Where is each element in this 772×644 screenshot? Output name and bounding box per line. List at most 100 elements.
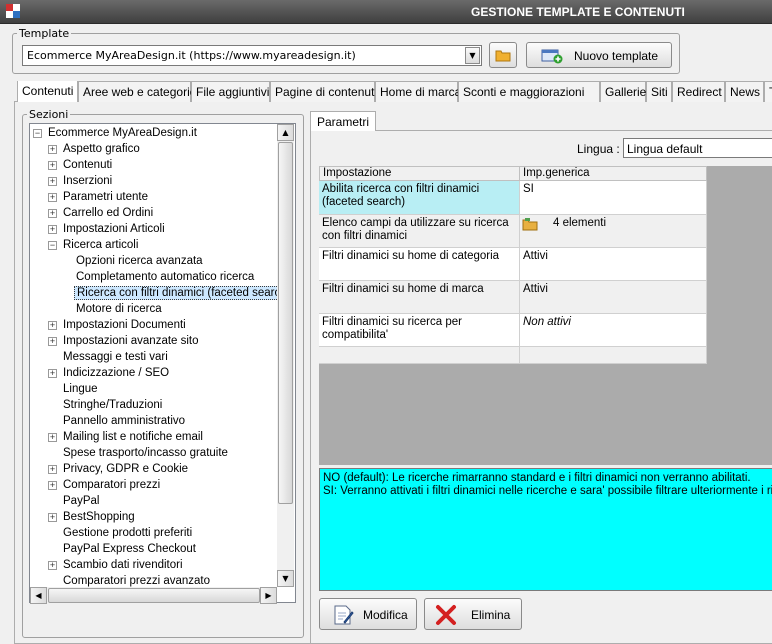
sections-tree[interactable]: − Ecommerce MyAreaDesign.it + Aspetto graf… xyxy=(29,123,296,603)
edit-button[interactable]: Modifica xyxy=(319,598,417,630)
open-folder-button[interactable] xyxy=(489,42,517,68)
expand-icon[interactable]: + xyxy=(48,369,57,378)
tab-more[interactable]: Te xyxy=(764,81,772,102)
tab-aree-web[interactable]: Aree web e categorie xyxy=(78,81,196,102)
language-select[interactable]: Lingua default xyxy=(623,138,772,158)
expand-icon[interactable]: + xyxy=(48,145,57,154)
folder-icon xyxy=(495,50,511,62)
value-cell[interactable]: Non attivi xyxy=(520,314,707,347)
tree-item[interactable]: Pannello amministrativo xyxy=(47,414,187,430)
tree-item[interactable]: Stringhe/Traduzioni xyxy=(47,398,164,414)
app-icon xyxy=(6,4,20,18)
tab-home-marca[interactable]: Home di marca xyxy=(375,81,461,102)
new-template-label: Nuovo template xyxy=(574,49,659,63)
sections-group-label: Sezioni xyxy=(27,108,71,121)
tree-horizontal-scrollbar[interactable]: ◀ ▶ xyxy=(30,587,277,604)
chevron-down-icon[interactable]: ▼ xyxy=(465,47,480,64)
tree-item[interactable]: + Carrello ed Ordini xyxy=(47,206,155,222)
expand-icon[interactable]: + xyxy=(48,177,57,186)
tree-item[interactable]: − Ecommerce MyAreaDesign.it xyxy=(32,126,199,142)
delete-label: Elimina xyxy=(471,608,511,622)
language-label: Lingua : xyxy=(577,142,620,156)
scroll-up-icon[interactable]: ▲ xyxy=(277,124,294,141)
tree-item[interactable]: Completamento automatico ricerca xyxy=(74,270,256,286)
expand-icon[interactable]: + xyxy=(48,209,57,218)
scroll-left-icon[interactable]: ◀ xyxy=(30,587,47,604)
description-line: SI: Verranno attivati i filtri dinamici … xyxy=(323,485,772,497)
expand-icon[interactable]: + xyxy=(48,337,57,346)
tree-item[interactable]: + Parametri utente xyxy=(47,190,150,206)
expand-icon[interactable]: + xyxy=(48,561,57,570)
expand-icon[interactable]: + xyxy=(48,513,57,522)
setting-cell[interactable]: Abilita ricerca con filtri dinamici (fac… xyxy=(319,181,520,215)
tree-item[interactable]: + Aspetto grafico xyxy=(47,142,142,158)
expand-icon[interactable]: + xyxy=(48,465,57,474)
tree-item[interactable]: PayPal Express Checkout xyxy=(47,542,198,558)
delete-button[interactable]: Elimina xyxy=(424,598,522,630)
expand-icon[interactable]: + xyxy=(48,321,57,330)
description-line: NO (default): Le ricerche rimarranno sta… xyxy=(323,472,751,484)
tab-redirect[interactable]: Redirect xyxy=(672,81,725,102)
new-template-button[interactable]: Nuovo template xyxy=(526,42,672,68)
tab-pagine-contenuti[interactable]: Pagine di contenuti xyxy=(270,81,377,102)
tree-item[interactable]: + Scambio dati rivenditori xyxy=(47,558,185,574)
tree-item[interactable]: Spese trasporto/incasso gratuite xyxy=(47,446,230,462)
horizontal-scroll-thumb[interactable] xyxy=(48,588,260,603)
tree-item[interactable]: + Inserzioni xyxy=(47,174,114,190)
value-cell[interactable]: 4 elementi xyxy=(520,215,707,248)
value-cell[interactable]: SI xyxy=(520,181,707,215)
value-cell[interactable]: Attivi xyxy=(520,281,707,314)
tree-item[interactable]: PayPal xyxy=(47,494,101,510)
tab-siti[interactable]: Siti xyxy=(646,81,672,102)
tree-item[interactable]: + Contenuti xyxy=(47,158,114,174)
vertical-scroll-thumb[interactable] xyxy=(278,142,293,504)
tree-item[interactable]: Messaggi e testi vari xyxy=(47,350,170,366)
tree-item[interactable]: + Comparatori prezzi xyxy=(47,478,162,494)
expand-icon[interactable]: + xyxy=(48,481,57,490)
tree-item[interactable]: + Impostazioni avanzate sito xyxy=(47,334,201,350)
add-template-icon xyxy=(541,49,563,64)
value-cell[interactable]: Attivi xyxy=(520,248,707,281)
tree-item[interactable]: + Impostazioni Articoli xyxy=(47,222,167,238)
setting-cell[interactable]: Elenco campi da utilizzare su ricerca co… xyxy=(319,215,520,248)
tree-vertical-scrollbar[interactable]: ▲ ▼ xyxy=(277,124,294,587)
tree-item[interactable]: Gestione prodotti preferiti xyxy=(47,526,194,542)
window-title: GESTIONE TEMPLATE E CONTENUTI xyxy=(471,5,685,19)
tab-news[interactable]: News xyxy=(725,81,764,102)
tab-gallerie[interactable]: Gallerie xyxy=(600,81,646,102)
expand-icon[interactable]: + xyxy=(48,433,57,442)
tree-item[interactable]: + Privacy, GDPR e Cookie xyxy=(47,462,190,478)
tab-contenuti[interactable]: Contenuti xyxy=(17,81,78,102)
collapse-icon[interactable]: − xyxy=(33,129,42,138)
tab-parametri[interactable]: Parametri xyxy=(310,111,377,131)
tab-file-aggiuntivi[interactable]: File aggiuntivi xyxy=(191,81,270,102)
expand-icon[interactable]: + xyxy=(48,161,57,170)
tree-item[interactable]: + Impostazioni Documenti xyxy=(47,318,188,334)
expand-icon[interactable]: + xyxy=(48,225,57,234)
setting-cell[interactable]: Filtri dinamici su home di categoria xyxy=(319,248,520,281)
collapse-icon[interactable]: − xyxy=(48,241,57,250)
tree-item-selected[interactable]: Ricerca con filtri dinamici (faceted sea… xyxy=(74,286,294,302)
column-header-setting[interactable]: Impostazione xyxy=(319,166,520,181)
empty-row xyxy=(520,347,707,364)
edit-label: Modifica xyxy=(363,608,408,622)
tree-item[interactable]: Motore di ricerca xyxy=(74,302,164,318)
title-bar: GESTIONE TEMPLATE E CONTENUTI xyxy=(0,0,772,24)
empty-row xyxy=(319,347,520,364)
tree-item[interactable]: + Mailing list e notifiche email xyxy=(47,430,205,446)
template-select[interactable]: Ecommerce MyAreaDesign.it (https://www.m… xyxy=(22,45,482,66)
template-group-label: Template xyxy=(17,27,72,40)
expand-icon[interactable]: + xyxy=(48,193,57,202)
setting-cell[interactable]: Filtri dinamici su home di marca xyxy=(319,281,520,314)
tree-item[interactable]: Lingue xyxy=(47,382,100,398)
scroll-right-icon[interactable]: ▶ xyxy=(260,587,277,604)
tab-sconti[interactable]: Sconti e maggiorazioni xyxy=(458,81,600,102)
tree-item[interactable]: + Indicizzazione / SEO xyxy=(47,366,171,382)
delete-icon xyxy=(436,605,456,625)
setting-cell[interactable]: Filtri dinamici su ricerca per compatibi… xyxy=(319,314,520,347)
tree-item[interactable]: Opzioni ricerca avanzata xyxy=(74,254,205,270)
tree-item[interactable]: + BestShopping xyxy=(47,510,137,526)
scroll-down-icon[interactable]: ▼ xyxy=(277,570,294,587)
column-header-value[interactable]: Imp.generica xyxy=(519,166,707,181)
tree-item[interactable]: − Ricerca articoli xyxy=(47,238,140,254)
